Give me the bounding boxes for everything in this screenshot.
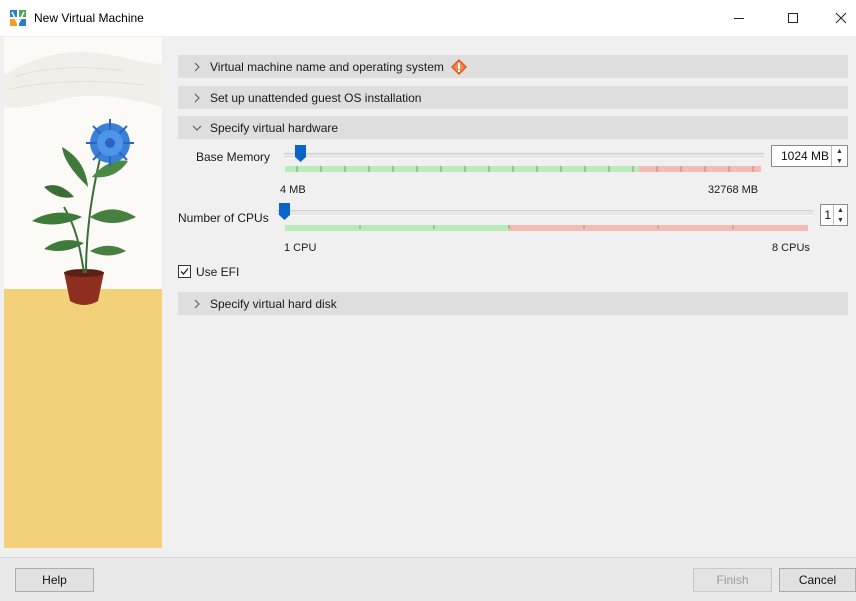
base-memory-slider-handle[interactable] <box>295 145 306 162</box>
spinbox-arrows[interactable]: ▲ ▼ <box>833 205 847 225</box>
cpu-count-label: Number of CPUs <box>178 211 269 225</box>
wizard-illustration <box>4 37 162 548</box>
title-bar: New Virtual Machine <box>0 0 856 36</box>
cpu-count-slider-handle[interactable] <box>279 203 290 220</box>
base-memory-slider[interactable] <box>284 153 764 159</box>
cancel-button[interactable]: Cancel <box>779 568 856 592</box>
cpu-count-slider[interactable] <box>277 210 813 216</box>
maximize-icon <box>788 13 798 23</box>
base-memory-scale <box>285 166 761 172</box>
warning-icon <box>450 58 467 75</box>
minimize-button[interactable] <box>716 0 762 36</box>
chevron-down-icon <box>192 125 202 131</box>
spin-up-icon[interactable]: ▲ <box>832 146 847 156</box>
maximize-button[interactable] <box>770 0 816 36</box>
section-label: Set up unattended guest OS installation <box>210 90 422 105</box>
base-memory-spinbox[interactable]: 1024 MB ▲ ▼ <box>771 145 848 167</box>
section-name-and-os[interactable]: Virtual machine name and operating syste… <box>178 55 848 78</box>
spin-down-icon[interactable]: ▼ <box>832 156 847 166</box>
close-icon <box>835 12 847 24</box>
section-label: Specify virtual hard disk <box>210 296 337 311</box>
section-virtual-hard-disk[interactable]: Specify virtual hard disk <box>178 292 848 315</box>
section-virtual-hardware[interactable]: Specify virtual hardware <box>178 116 848 139</box>
cpu-count-spinbox[interactable]: 1 ▲ ▼ <box>820 204 848 226</box>
close-button[interactable] <box>818 0 856 36</box>
use-efi-checkbox[interactable] <box>178 265 191 278</box>
section-unattended-install[interactable]: Set up unattended guest OS installation <box>178 86 848 109</box>
minimize-icon <box>734 18 744 19</box>
use-efi-label: Use EFI <box>196 265 240 279</box>
virtualbox-icon <box>10 10 26 26</box>
base-memory-value: 1024 MB <box>780 149 829 163</box>
section-label: Virtual machine name and operating syste… <box>210 59 444 74</box>
window-title: New Virtual Machine <box>34 11 144 25</box>
plant-illustration-icon <box>4 37 162 548</box>
cpu-count-max-label: 8 CPUs <box>772 242 810 254</box>
spin-up-icon[interactable]: ▲ <box>834 205 847 215</box>
spinbox-arrows[interactable]: ▲ ▼ <box>831 146 847 166</box>
chevron-right-icon <box>194 299 200 308</box>
spin-down-icon[interactable]: ▼ <box>834 215 847 225</box>
button-bar: Help Finish Cancel <box>0 557 856 601</box>
cpu-count-scale <box>285 225 808 231</box>
checkmark-icon <box>180 268 189 275</box>
chevron-right-icon <box>194 93 200 102</box>
help-button[interactable]: Help <box>15 568 94 592</box>
cpu-count-min-label: 1 CPU <box>284 242 317 254</box>
base-memory-max-label: 32768 MB <box>708 184 759 196</box>
finish-button[interactable]: Finish <box>693 568 772 592</box>
chevron-right-icon <box>194 62 200 71</box>
base-memory-label: Base Memory <box>196 150 271 164</box>
cpu-count-value: 1 <box>824 208 831 222</box>
base-memory-min-label: 4 MB <box>280 184 306 196</box>
section-label: Specify virtual hardware <box>210 120 339 135</box>
